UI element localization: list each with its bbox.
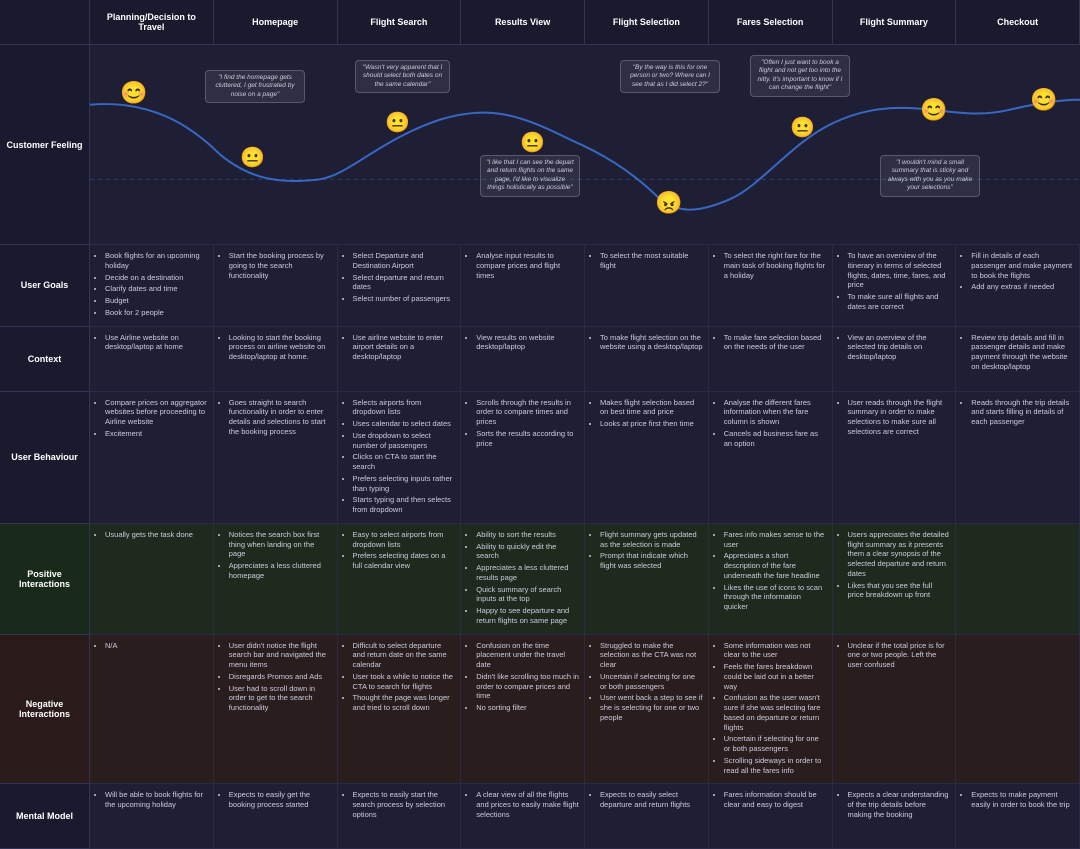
user-goals-flight-selection: To select the most suitable flight — [585, 245, 709, 327]
positive-flight-search: Easy to select airports from dropdown li… — [338, 524, 462, 635]
behaviour-flight-selection: Makes flight selection based on best tim… — [585, 392, 709, 524]
behaviour-results: Scrolls through the results in order to … — [461, 392, 585, 524]
context-fares: To make fare selection based on the need… — [709, 327, 833, 392]
negative-flight-search: Difficult to select departure and return… — [338, 635, 462, 785]
user-goals-checkout: Fill in details of each passenger and ma… — [956, 245, 1080, 327]
mental-model-results: A clear view of all the flights and pric… — [461, 784, 585, 849]
behaviour-homepage: Goes straight to search functionality in… — [214, 392, 338, 524]
row-label-context: Context — [0, 327, 90, 392]
quote-results: "I like that I can see the depart and re… — [480, 155, 580, 197]
header-homepage: Homepage — [214, 0, 338, 45]
row-label-positive: Positive Interactions — [0, 524, 90, 635]
user-goals-summary: To have an overview of the itinerary in … — [833, 245, 957, 327]
mental-model-flight-selection: Expects to easily select departure and r… — [585, 784, 709, 849]
quote-flight-selection: "By the way is this for one person or tw… — [620, 60, 720, 93]
user-goals-fares: To select the right fare for the main ta… — [709, 245, 833, 327]
header-flight-selection: Flight Selection — [585, 0, 709, 45]
mental-model-label: Mental Model — [16, 811, 73, 821]
negative-summary: Unclear if the total price is for one or… — [833, 635, 957, 785]
mental-model-summary: Expects a clear understanding of the tri… — [833, 784, 957, 849]
positive-results: Ability to sort the resultsAbility to qu… — [461, 524, 585, 635]
header-flight-search: Flight Search — [338, 0, 462, 45]
negative-planning: N/A — [90, 635, 214, 785]
user-behaviour-label: User Behaviour — [11, 452, 78, 462]
context-flight-search: Use airline website to enter airport det… — [338, 327, 462, 392]
negative-homepage: User didn't notice the flight search bar… — [214, 635, 338, 785]
context-flight-selection: To make flight selection on the website … — [585, 327, 709, 392]
row-label-feeling: Customer Feeling — [0, 45, 90, 245]
mental-model-planning: Will be able to book flights for the upc… — [90, 784, 214, 849]
positive-planning: Usually gets the task done — [90, 524, 214, 635]
quote-homepage: "I find the homepage gets cluttered, I g… — [205, 70, 305, 103]
behaviour-planning: Compare prices on aggregator websites be… — [90, 392, 214, 524]
negative-fares: Some information was not clear to the us… — [709, 635, 833, 785]
mental-model-fares: Fares information should be clear and ea… — [709, 784, 833, 849]
negative-results: Confusion on the time placement under th… — [461, 635, 585, 785]
header-fares-selection: Fares Selection — [709, 0, 833, 45]
positive-label: Positive Interactions — [6, 569, 83, 589]
behaviour-fares: Analyse the different fares information … — [709, 392, 833, 524]
header-flight-summary: Flight Summary — [833, 0, 957, 45]
user-goals-flight-search: Select Departure and Destination Airport… — [338, 245, 462, 327]
negative-checkout — [956, 635, 1080, 785]
mental-model-homepage: Expects to easily get the booking proces… — [214, 784, 338, 849]
emoji-fares: 😐 — [790, 115, 815, 140]
context-results: View results on website desktop/laptop — [461, 327, 585, 392]
emoji-planning: 😊 — [120, 80, 147, 106]
user-goals-results: Analyse input results to compare prices … — [461, 245, 585, 327]
emoji-checkout: 😊 — [1030, 87, 1057, 113]
context-planning: Use Airline website on desktop/laptop at… — [90, 327, 214, 392]
context-summary: View an overview of the selected trip de… — [833, 327, 957, 392]
emoji-homepage: 😐 — [240, 145, 265, 170]
row-label-user-behaviour: User Behaviour — [0, 392, 90, 524]
mental-model-flight-search: Expects to easily start the search proce… — [338, 784, 462, 849]
journey-feeling-area: 😊 😐 "I find the homepage gets cluttered,… — [90, 45, 1080, 245]
emoji-results: 😐 — [520, 130, 545, 155]
header-checkout: Checkout — [956, 0, 1080, 45]
user-goals-planning: Book flights for an upcoming holidayDeci… — [90, 245, 214, 327]
behaviour-summary: User reads through the flight summary in… — [833, 392, 957, 524]
user-goals-homepage: Start the booking process by going to th… — [214, 245, 338, 327]
context-label: Context — [28, 354, 62, 364]
emoji-flight-selection: 😠 — [655, 190, 682, 216]
negative-flight-selection: Struggled to make the selection as the C… — [585, 635, 709, 785]
negative-label: Negative Interactions — [6, 699, 83, 719]
context-homepage: Looking to start the booking process on … — [214, 327, 338, 392]
quote-fares: "Often I just want to book a flight and … — [750, 55, 850, 97]
context-checkout: Review trip details and fill in passenge… — [956, 327, 1080, 392]
mental-model-checkout: Expects to make payment easily in order … — [956, 784, 1080, 849]
positive-fares: Fares info makes sense to the userApprec… — [709, 524, 833, 635]
journey-map: Planning/Decision to Travel Homepage Fli… — [0, 0, 1080, 849]
row-label-user-goals: User Goals — [0, 245, 90, 327]
user-goals-label: User Goals — [21, 280, 69, 290]
positive-checkout — [956, 524, 1080, 635]
behaviour-flight-search: Selects airports from dropdown listsUses… — [338, 392, 462, 524]
quote-flight-summary: "I wouldn't mind a small summary that is… — [880, 155, 980, 197]
behaviour-checkout: Reads through the trip details and start… — [956, 392, 1080, 524]
row-label-negative: Negative Interactions — [0, 635, 90, 785]
positive-summary: Users appreciates the detailed flight su… — [833, 524, 957, 635]
header-empty — [0, 0, 90, 45]
header-results-view: Results View — [461, 0, 585, 45]
header-planning: Planning/Decision to Travel — [90, 0, 214, 45]
emoji-flight-search: 😐 — [385, 110, 410, 135]
row-label-mental-model: Mental Model — [0, 784, 90, 849]
positive-flight-selection: Flight summary gets updated as the selec… — [585, 524, 709, 635]
emoji-flight-summary: 😊 — [920, 97, 947, 123]
positive-homepage: Notices the search box first thing when … — [214, 524, 338, 635]
quote-flight-search: "Wasn't very apparent that I should sele… — [355, 60, 450, 93]
feeling-label-text: Customer Feeling — [6, 140, 82, 150]
